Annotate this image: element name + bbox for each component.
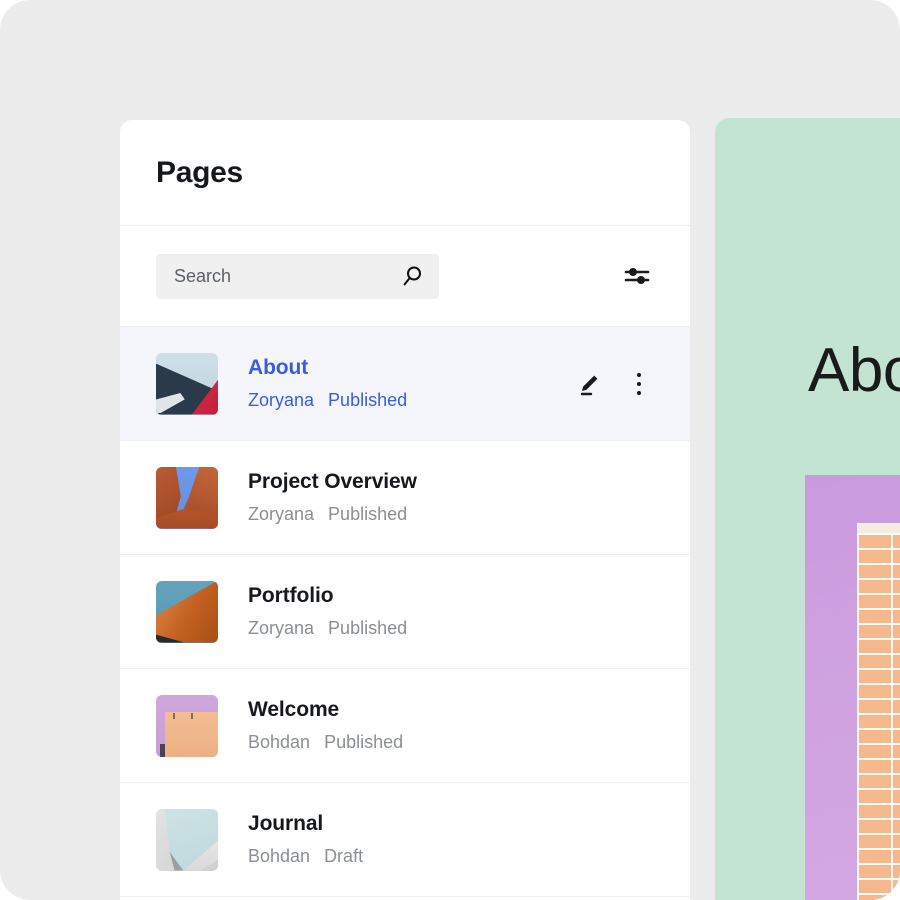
page-author: Bohdan	[248, 731, 311, 752]
status-badge: Draft	[324, 845, 364, 866]
preview-page-title: About	[808, 336, 900, 405]
table-row[interactable]: About Zoryana Published	[120, 327, 690, 441]
page-title: Pages	[156, 155, 243, 189]
table-row[interactable]: Portfolio Zoryana Published	[120, 555, 690, 669]
row-text: Project Overview Zoryana Published	[248, 470, 417, 524]
page-meta: Bohdan Draft	[248, 846, 363, 867]
page-thumbnail	[156, 694, 218, 757]
row-text: About Zoryana Published	[248, 356, 407, 410]
page-meta: Zoryana Published	[248, 504, 417, 525]
page-name[interactable]: Welcome	[248, 698, 403, 722]
table-row[interactable]: Welcome Bohdan Published	[120, 669, 690, 783]
page-thumbnail	[156, 352, 218, 415]
panel-header: Pages	[120, 120, 690, 226]
page-meta: Zoryana Published	[248, 618, 407, 639]
status-badge: Published	[324, 731, 404, 752]
status-badge: Published	[328, 503, 408, 524]
page-name[interactable]: About	[248, 356, 407, 380]
page-author: Bohdan	[248, 845, 311, 866]
status-badge: Published	[328, 617, 408, 638]
toolbar	[120, 226, 690, 327]
preview-photo	[805, 475, 900, 900]
page-author: Zoryana	[248, 503, 315, 524]
page-name[interactable]: Portfolio	[248, 584, 407, 608]
app-root: About Pages	[0, 0, 900, 900]
page-preview-panel[interactable]: About	[715, 118, 900, 900]
row-actions	[574, 368, 654, 400]
page-name[interactable]: Journal	[248, 812, 363, 836]
page-thumbnail	[156, 466, 218, 529]
filter-sliders-icon[interactable]	[620, 259, 654, 293]
photo-brick-wall	[857, 533, 900, 900]
pages-panel: Pages Search About Zoryana Published Pro…	[120, 120, 690, 900]
pencil-icon[interactable]	[574, 368, 604, 400]
status-badge: Published	[328, 389, 408, 410]
page-author: Zoryana	[248, 389, 315, 410]
row-text: Portfolio Zoryana Published	[248, 584, 407, 638]
page-meta: Bohdan Published	[248, 732, 403, 753]
page-meta: Zoryana Published	[248, 390, 407, 411]
page-thumbnail	[156, 808, 218, 871]
more-vertical-icon[interactable]	[624, 368, 654, 400]
page-author: Zoryana	[248, 617, 315, 638]
table-row[interactable]: Journal Bohdan Draft	[120, 783, 690, 897]
page-name[interactable]: Project Overview	[248, 470, 417, 494]
table-row[interactable]: Project Overview Zoryana Published	[120, 441, 690, 555]
pages-list: About Zoryana Published Project Overview…	[120, 327, 690, 897]
row-text: Journal Bohdan Draft	[248, 812, 363, 866]
search-icon[interactable]	[400, 263, 426, 289]
page-thumbnail	[156, 580, 218, 643]
row-text: Welcome Bohdan Published	[248, 698, 403, 752]
search-box[interactable]	[156, 253, 450, 299]
